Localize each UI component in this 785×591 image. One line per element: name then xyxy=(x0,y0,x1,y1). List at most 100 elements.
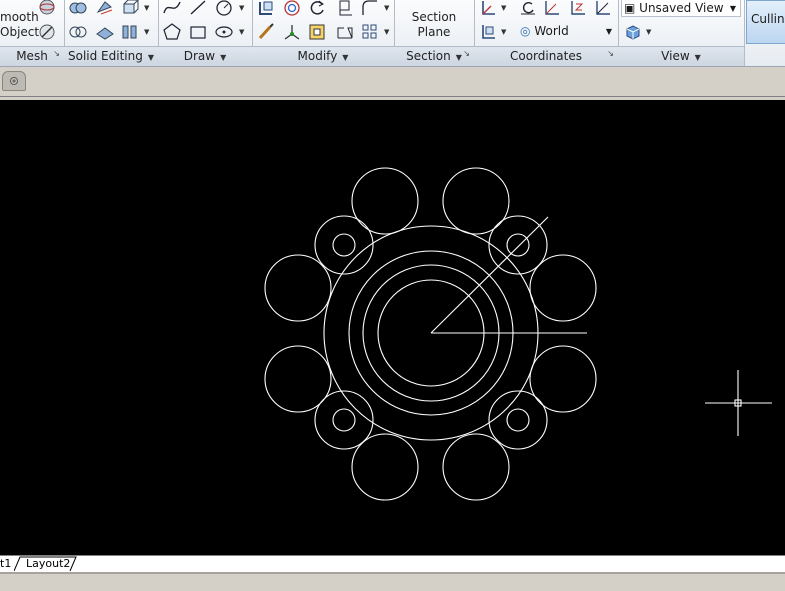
ucs-selector[interactable]: ◎ World ▼ xyxy=(518,22,616,41)
lobe-circle xyxy=(351,167,419,235)
ucs-x-icon[interactable] xyxy=(542,0,562,18)
lobe-circle xyxy=(351,433,419,501)
drawing-canvas[interactable] xyxy=(0,100,785,555)
chevron-down-icon: ▼ xyxy=(220,53,227,62)
status-bar xyxy=(0,572,785,591)
circle-icon[interactable] xyxy=(214,0,234,18)
solid-editing-panel: ▼ ▼ Solid Editing ▼ xyxy=(64,0,159,66)
coordinates-panel-label[interactable]: Coordinates ↘ xyxy=(474,46,618,66)
new-tab-button[interactable] xyxy=(2,71,26,91)
smooth-object-label-line1: mooth xyxy=(0,10,39,24)
circle-dropdown-icon[interactable]: ▼ xyxy=(239,4,244,12)
smooth-object-label-line2: Object xyxy=(0,25,40,39)
chevron-down-icon: ▼ xyxy=(694,53,701,62)
section-panel-label[interactable]: Section ▼ ↘ xyxy=(394,46,474,66)
modify-panel-title: Modify xyxy=(297,49,338,63)
mesh-panel-title: Mesh xyxy=(16,49,48,63)
tab-layout1[interactable]: t1 xyxy=(0,557,11,571)
section-plane-label-line2: Plane xyxy=(417,25,451,39)
layout-tab-bar: t1 Layout2 xyxy=(0,555,785,572)
view-icon: ▣ xyxy=(624,1,636,15)
ellipse-icon[interactable] xyxy=(214,22,234,42)
chevron-down-icon: ▼ xyxy=(729,4,736,13)
draw-panel-label[interactable]: Draw ▼ xyxy=(158,46,252,66)
3d-align-icon[interactable] xyxy=(282,22,302,42)
ucs-world-dropdown-icon[interactable]: ▼ xyxy=(501,28,506,36)
draw-panel: ▼ ▼ Draw ▼ xyxy=(158,0,253,66)
tab-layout2[interactable]: Layout2 xyxy=(26,557,70,571)
section-plane-button[interactable]: Section Plane xyxy=(400,10,468,40)
extract-edges-icon[interactable] xyxy=(120,0,140,18)
ucs-world-icon[interactable] xyxy=(478,22,498,42)
section-panel: Section Plane Section ▼ ↘ xyxy=(394,0,475,66)
mesh-refine-icon[interactable] xyxy=(37,22,57,42)
spline-icon[interactable] xyxy=(162,0,182,18)
array-dropdown-icon[interactable]: ▼ xyxy=(384,28,389,36)
view-panel-title: View xyxy=(661,49,690,63)
named-view-selector[interactable]: ▣ Unsaved View ▼ xyxy=(621,0,741,17)
separate-icon[interactable] xyxy=(120,22,140,42)
lobe-circle xyxy=(442,433,510,501)
intersect-icon[interactable] xyxy=(68,22,88,42)
ucs-z-icon[interactable] xyxy=(568,0,588,18)
move-icon[interactable] xyxy=(256,0,276,18)
3d-rotate-icon[interactable] xyxy=(282,0,302,18)
ellipse-dropdown-icon[interactable]: ▼ xyxy=(239,28,244,36)
lobe-circle xyxy=(264,254,332,322)
rectangle-icon[interactable] xyxy=(188,22,208,42)
panel-launcher-icon[interactable]: ↘ xyxy=(53,44,60,63)
panel-launcher-icon[interactable]: ↘ xyxy=(463,44,470,63)
crosshair-cursor xyxy=(705,370,772,436)
bolt-washer-circle xyxy=(314,215,374,275)
mesh-sphere-icon[interactable] xyxy=(37,0,57,18)
union-icon[interactable] xyxy=(68,0,88,18)
ucs-dropdown-icon[interactable]: ▼ xyxy=(501,4,506,12)
solid-edit-dropdown-icon[interactable]: ▼ xyxy=(144,4,149,12)
culling-label: Culling xyxy=(751,12,785,26)
mesh-panel: mooth Object Mesh ↘ xyxy=(0,0,65,66)
rotate-icon[interactable] xyxy=(307,0,327,18)
solid-editing-panel-label[interactable]: Solid Editing ▼ xyxy=(64,46,158,66)
modify-panel: ▼ ▼ Modify ▼ xyxy=(252,0,395,66)
stretch-icon[interactable] xyxy=(335,22,355,42)
lobe-circle xyxy=(264,345,332,413)
imprint-icon[interactable] xyxy=(95,22,115,42)
view-panel-label[interactable]: View ▼ xyxy=(618,46,744,66)
mesh-panel-label[interactable]: Mesh ↘ xyxy=(0,46,64,66)
fillet-dropdown-icon[interactable]: ▼ xyxy=(384,4,389,12)
bolt-hole-circle xyxy=(506,233,530,257)
panel-launcher-icon[interactable]: ↘ xyxy=(607,44,614,63)
drawing-geometry xyxy=(264,167,772,501)
fillet-icon[interactable] xyxy=(360,0,380,18)
culling-button[interactable]: Culling xyxy=(746,0,785,44)
tab-layout1-label: t1 xyxy=(0,557,12,570)
coordinates-panel-title: Coordinates xyxy=(509,49,583,63)
lobe-circle xyxy=(529,345,597,413)
view-dropdown-icon[interactable]: ▼ xyxy=(646,28,651,36)
angle-line xyxy=(430,216,549,334)
polygon-icon[interactable] xyxy=(162,22,182,42)
plus-icon xyxy=(9,76,19,86)
modify-panel-label[interactable]: Modify ▼ xyxy=(252,46,394,66)
ucs-previous-icon[interactable] xyxy=(518,0,538,18)
ucs-selector-value: World xyxy=(534,24,569,38)
bolt-hole-circle xyxy=(332,408,356,432)
bolt-washer-circle xyxy=(488,390,548,450)
line-icon[interactable] xyxy=(188,0,208,18)
scale-icon[interactable] xyxy=(335,0,355,18)
file-tab-strip xyxy=(0,67,785,97)
slice-icon[interactable] xyxy=(95,0,115,18)
coordinates-panel: ▼ ▼ ◎ World ▼ Coordinates ↘ xyxy=(474,0,619,66)
array-icon[interactable] xyxy=(360,22,380,42)
match-properties-icon[interactable] xyxy=(256,22,276,42)
smooth-object-button[interactable]: mooth Object xyxy=(0,10,40,40)
solid-editing-panel-title: Solid Editing xyxy=(67,49,143,63)
offset-icon[interactable] xyxy=(307,22,327,42)
solid-edit-dropdown2-icon[interactable]: ▼ xyxy=(144,28,149,36)
view-cube-icon[interactable] xyxy=(623,22,643,42)
bolt-hole-circle xyxy=(332,233,356,257)
globe-icon: ◎ xyxy=(520,24,531,38)
chevron-down-icon: ▼ xyxy=(342,53,349,62)
ucs-icon[interactable] xyxy=(478,0,498,18)
ucs-3point-icon[interactable] xyxy=(593,0,613,18)
